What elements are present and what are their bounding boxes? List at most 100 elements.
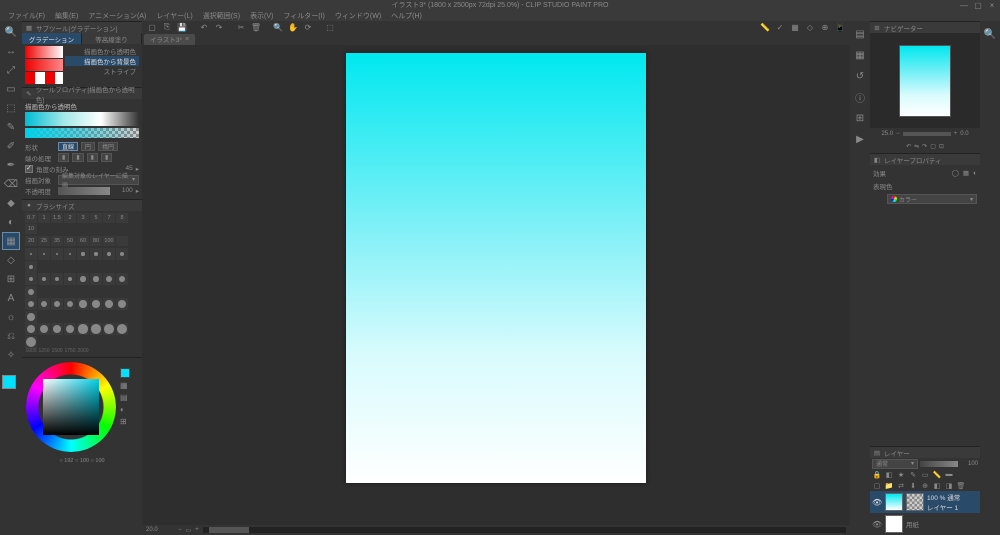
brush-size-dot[interactable] bbox=[90, 323, 102, 335]
tool-gradient[interactable]: ▦ bbox=[2, 232, 20, 250]
brush-size-dot[interactable] bbox=[51, 323, 63, 335]
layer-color-icon[interactable]: ▬ bbox=[944, 470, 954, 479]
brush-size-dot[interactable] bbox=[64, 248, 76, 260]
brush-size-dot[interactable] bbox=[38, 323, 50, 335]
brush-size-dot[interactable] bbox=[116, 298, 128, 310]
opacity-value[interactable]: 100 bbox=[113, 187, 133, 194]
subtool-tab-gradient[interactable]: グラデーション bbox=[22, 33, 82, 44]
sv-square[interactable] bbox=[43, 379, 99, 435]
layer-transfer-icon[interactable]: ⇄ bbox=[896, 481, 906, 490]
cmd-undo-icon[interactable]: ↶ bbox=[198, 22, 210, 32]
brush-preset[interactable]: 1 bbox=[38, 213, 50, 223]
layer-ruler-icon[interactable]: 📏 bbox=[932, 470, 942, 479]
shape-circle-button[interactable]: 円 bbox=[81, 142, 95, 151]
tool-pen[interactable]: ✎ bbox=[2, 118, 20, 136]
color-tool-icon-2[interactable]: ▤ bbox=[120, 393, 130, 402]
menu-window[interactable]: ウィンドウ(W) bbox=[331, 11, 385, 21]
shape-ellipse-button[interactable]: 楕円 bbox=[98, 142, 118, 151]
effect-tone-icon[interactable]: ▦ bbox=[963, 169, 969, 177]
nav-actual-icon[interactable]: ⊡ bbox=[939, 143, 944, 150]
nav-rotate-ccw-icon[interactable]: ↶ bbox=[906, 143, 911, 150]
brush-preset[interactable]: 25 bbox=[38, 236, 50, 246]
cmd-new-icon[interactable]: ▢ bbox=[146, 22, 158, 32]
brush-size-dot[interactable] bbox=[77, 248, 89, 260]
brush-preset[interactable]: 2 bbox=[64, 213, 76, 223]
brush-size-dot[interactable] bbox=[64, 298, 76, 310]
cmd-assist-icon[interactable]: ⊕ bbox=[819, 22, 831, 32]
color-tool-icon-4[interactable]: ⊞ bbox=[120, 417, 130, 426]
brush-size-dot[interactable] bbox=[51, 298, 63, 310]
cmd-zoom-icon[interactable]: 🔍 bbox=[272, 22, 284, 32]
brush-preset[interactable]: 20 bbox=[25, 236, 37, 246]
nav-flip-icon[interactable]: ⇋ bbox=[914, 143, 919, 150]
cmd-rotate-icon[interactable]: ⟳ bbox=[302, 22, 314, 32]
brush-size-dot[interactable] bbox=[38, 298, 50, 310]
cmd-smartphone-icon[interactable]: 📱 bbox=[834, 22, 846, 32]
layer-lock-icon[interactable]: 🔒 bbox=[872, 470, 882, 479]
subtool-item-stripe[interactable]: ストライプ bbox=[65, 66, 139, 76]
brush-size-dot[interactable] bbox=[51, 273, 63, 285]
foreground-swatch[interactable] bbox=[2, 375, 16, 389]
maximize-icon[interactable]: ▢ bbox=[972, 0, 984, 10]
target-dropdown[interactable]: 編集対象のレイヤーに描画▾ bbox=[58, 175, 139, 185]
layer-item-paper[interactable]: 👁 用紙 bbox=[870, 513, 980, 535]
edge-opt-1[interactable]: ▮ bbox=[58, 153, 69, 162]
nav-zoom-slider[interactable] bbox=[903, 132, 951, 136]
tool-zoom[interactable]: 🔍 bbox=[2, 23, 20, 41]
tool-figure[interactable]: ◇ bbox=[2, 251, 20, 269]
canvas[interactable] bbox=[346, 53, 646, 483]
h-scrollbar-thumb[interactable] bbox=[209, 527, 249, 533]
tool-deco[interactable]: ✧ bbox=[2, 346, 20, 364]
brush-preset[interactable]: 50 bbox=[64, 236, 76, 246]
brush-size-dot[interactable] bbox=[64, 323, 76, 335]
brush-size-dot[interactable] bbox=[51, 248, 63, 260]
color-tool-icon-3[interactable]: ◐ bbox=[120, 405, 130, 414]
material-icon[interactable]: ▦ bbox=[851, 46, 869, 64]
brush-size-dot[interactable] bbox=[38, 248, 50, 260]
zoom-out-icon[interactable]: − bbox=[178, 527, 182, 533]
brush-size-dot[interactable] bbox=[38, 273, 50, 285]
brush-size-dot[interactable] bbox=[77, 298, 89, 310]
autoaction-icon[interactable]: ▶ bbox=[851, 130, 869, 148]
gradient-slider[interactable] bbox=[25, 128, 139, 138]
document-tab[interactable]: イラスト3* × bbox=[144, 34, 195, 45]
foreground-background-swatch[interactable] bbox=[0, 375, 22, 395]
tool-marquee[interactable]: ▭ bbox=[2, 80, 20, 98]
cmd-geom-icon[interactable]: ◇ bbox=[804, 22, 816, 32]
brush-size-dot[interactable] bbox=[116, 273, 128, 285]
cmd-select-icon[interactable]: ⬚ bbox=[324, 22, 336, 32]
nav-fit-icon[interactable]: ▢ bbox=[930, 143, 936, 150]
zoom-readout[interactable]: 20.0 bbox=[146, 527, 174, 533]
brush-preset[interactable]: 35 bbox=[51, 236, 63, 246]
brush-preset[interactable]: 3 bbox=[77, 213, 89, 223]
subtool-tab-contour[interactable]: 等高線塗り bbox=[82, 33, 142, 44]
edge-opt-2[interactable]: ▮ bbox=[72, 153, 83, 162]
layer-item-1[interactable]: 👁 100 % 通常 レイヤー 1 bbox=[870, 491, 980, 513]
layer-mask-new-icon[interactable]: ◧ bbox=[932, 481, 942, 490]
brush-preset[interactable]: 0.7 bbox=[25, 213, 37, 223]
brush-size-dot[interactable] bbox=[25, 323, 37, 335]
nav-zoom-out-icon[interactable]: − bbox=[896, 131, 900, 137]
cmd-save-icon[interactable]: 💾 bbox=[176, 22, 188, 32]
layer-merge-icon[interactable]: ⬇ bbox=[908, 481, 918, 490]
angle-checkbox[interactable] bbox=[25, 165, 33, 173]
menu-help[interactable]: ヘルプ(H) bbox=[387, 11, 426, 21]
color-tool-icon-1[interactable]: ▦ bbox=[120, 381, 130, 390]
brush-size-dot[interactable] bbox=[116, 248, 128, 260]
layer-clip-icon[interactable]: ◧ bbox=[884, 470, 894, 479]
gradient-thumb-1[interactable] bbox=[25, 46, 63, 58]
brush-preset[interactable]: 10 bbox=[25, 224, 37, 234]
layer-opacity-slider[interactable] bbox=[920, 461, 958, 467]
info-icon[interactable]: ⓘ bbox=[851, 88, 869, 106]
brush-preset[interactable]: 1.5 bbox=[51, 213, 63, 223]
nav-rotate-cw-icon[interactable]: ↷ bbox=[922, 143, 927, 150]
layer-draft-icon[interactable]: ✎ bbox=[908, 470, 918, 479]
tool-brush[interactable]: ✒ bbox=[2, 156, 20, 174]
new-layer-icon[interactable]: ▢ bbox=[872, 481, 882, 490]
cmd-hand-icon[interactable]: ✋ bbox=[287, 22, 299, 32]
quickaccess-icon[interactable]: ▤ bbox=[851, 25, 869, 43]
zoom-in-icon[interactable]: + bbox=[195, 527, 199, 533]
item-icon[interactable]: ⊞ bbox=[851, 109, 869, 127]
navigator-view[interactable] bbox=[870, 33, 980, 128]
h-scrollbar[interactable] bbox=[203, 527, 846, 533]
